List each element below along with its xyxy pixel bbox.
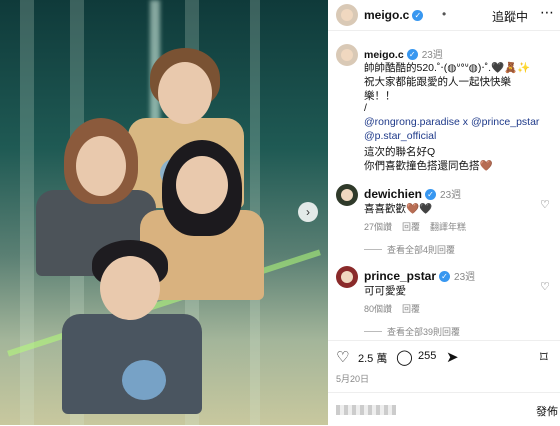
comment-meta: 80個讚 回覆 — [364, 302, 430, 315]
post-date: 5月20日 — [336, 374, 370, 384]
reply-button[interactable]: 回覆 — [402, 222, 420, 232]
next-image-button[interactable]: › — [298, 202, 318, 222]
caption-line-3: 樂！！ — [364, 90, 396, 102]
author-username[interactable]: meigo.c ✓ — [364, 8, 424, 22]
post-side-panel: meigo.c ✓ • 追蹤中 ⋯ meigo.c ✓ 23週 帥帥酷酷的520.˚‧… — [328, 0, 560, 425]
comment-like-icon[interactable]: ♡ — [540, 198, 550, 211]
caption-line-4: / — [364, 102, 367, 114]
view-replies-button[interactable]: 查看全部39則回覆 — [364, 325, 460, 338]
mention-link[interactable]: @p.star_official — [364, 130, 436, 142]
verified-icon: ✓ — [412, 10, 424, 21]
mention-link[interactable]: @rongrong.paradise x @prince_pstar — [364, 116, 539, 128]
like-count[interactable]: 2.5 萬 — [358, 350, 387, 366]
comment-likes[interactable]: 80個讚 — [364, 304, 392, 314]
caption-header: meigo.c ✓ 23週 — [364, 46, 443, 61]
comment-compose: 發佈 — [328, 392, 560, 426]
comment-age: 23週 — [454, 272, 476, 283]
following-button[interactable]: 追蹤中 — [492, 8, 528, 25]
ellipsis-icon[interactable]: ⋯ — [540, 4, 554, 21]
comment-age: 23週 — [440, 190, 462, 201]
verified-icon: ✓ — [406, 49, 418, 60]
comment-meta: 27個讚 回覆 翻譯年糕 — [364, 220, 476, 233]
comment-like-icon[interactable]: ♡ — [540, 280, 550, 293]
caption-line-2: 祝大家都能跟愛的人一起快快樂 — [364, 76, 511, 88]
caption-line-1: 帥帥酷酷的520.˚‧(◍ᐡᐤᐡ◍)‧˚.🖤🧸✨ — [364, 62, 531, 74]
commenter-avatar[interactable] — [336, 266, 358, 288]
comment-username[interactable]: prince_pstar ✓ 23週 — [364, 268, 475, 283]
post-photo[interactable]: › — [0, 0, 328, 425]
caption-line-8: 你們喜歡撞色搭還同色搭🤎 — [364, 160, 493, 172]
light-stripe — [20, 0, 34, 425]
instagram-post-window: › meigo.c ✓ • 追蹤中 ⋯ meigo.c ✓ 23週 帥帥酷酷的520.… — [0, 0, 560, 425]
post-comment-button[interactable]: 發佈 — [536, 403, 558, 419]
caption-mention-line-2: @p.star_official — [364, 130, 436, 142]
post-header: meigo.c ✓ • 追蹤中 ⋯ — [328, 0, 560, 31]
separator: • — [442, 7, 447, 21]
comment-count: 255 — [418, 350, 437, 362]
caption-avatar[interactable] — [336, 44, 358, 66]
bookmark-icon[interactable]: ⌑ — [540, 348, 548, 366]
commenter-avatar[interactable] — [336, 184, 358, 206]
comment-text: 可可愛愛 — [364, 285, 406, 297]
author-avatar[interactable] — [336, 4, 358, 26]
send-icon[interactable]: ➤ — [446, 348, 459, 366]
translate-button[interactable]: 翻譯年糕 — [430, 222, 466, 232]
comment-text: 喜喜歡歡🤎🖤 — [364, 203, 433, 215]
verified-icon: ✓ — [425, 189, 437, 200]
comment-username[interactable]: dewichien ✓ 23週 — [364, 186, 461, 201]
post-actions-bar: ♡ 2.5 萬 ◯ 255 ➤ ⌑ — [328, 340, 560, 371]
reply-button[interactable]: 回覆 — [402, 304, 420, 314]
verified-icon: ✓ — [439, 271, 451, 282]
comment-likes[interactable]: 27個讚 — [364, 222, 392, 232]
view-replies-button[interactable]: 查看全部4則回覆 — [364, 243, 455, 256]
caption-mention-line: @rongrong.paradise x @prince_pstar — [364, 116, 539, 128]
comment-icon[interactable]: ◯ — [396, 348, 413, 366]
caption-line-7: 這次的聯名好Q — [364, 146, 436, 158]
heart-icon[interactable]: ♡ — [336, 348, 349, 366]
comment-input[interactable] — [336, 405, 396, 415]
